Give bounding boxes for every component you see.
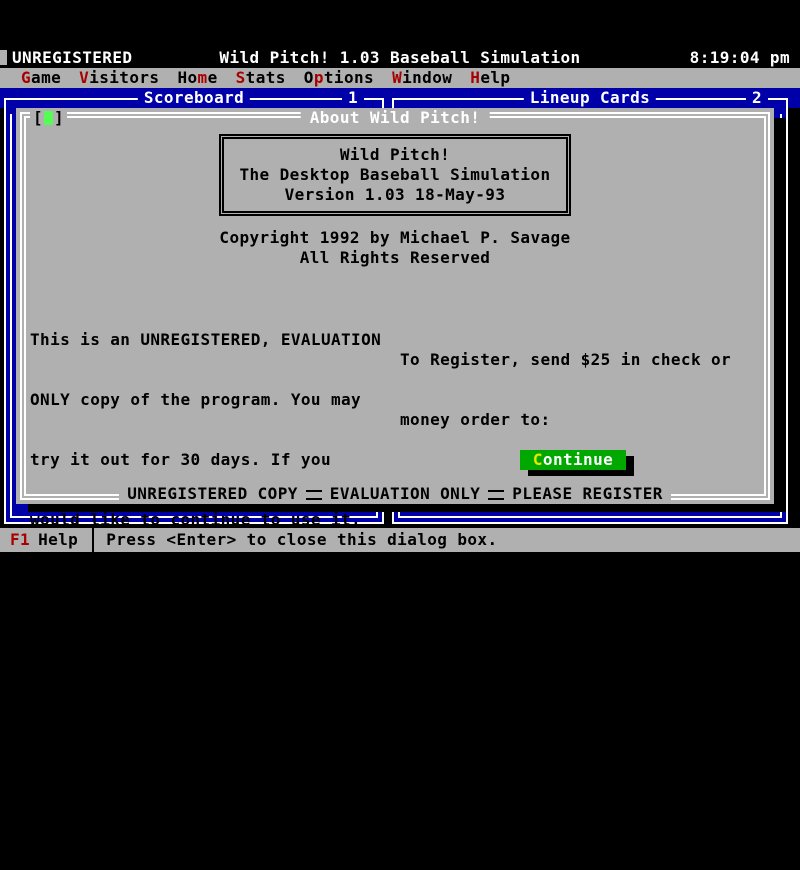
dialog-title-row: [] About Wild Pitch!: [16, 108, 774, 128]
menu-bar: Game Visitors Home Stats Options Window …: [0, 68, 800, 88]
registration-status: UNREGISTERED: [12, 48, 132, 68]
menu-item-help[interactable]: Help: [461, 68, 519, 88]
footer-separator: [306, 490, 322, 500]
menu-text: e: [208, 68, 218, 87]
app-name: Wild Pitch!: [224, 145, 566, 165]
lineup-window-number: 2: [746, 88, 768, 108]
footer-evaluation: EVALUATION ONLY: [322, 484, 489, 504]
menu-text: indow: [402, 68, 452, 87]
menu-text: tats: [246, 68, 286, 87]
menu-item-window[interactable]: Window: [383, 68, 461, 88]
status-bar: F1 Help Press <Enter> to close this dial…: [0, 528, 800, 552]
f1-key[interactable]: F1: [10, 530, 30, 550]
about-dialog: [] About Wild Pitch! Wild Pitch! The Des…: [16, 108, 774, 504]
menu-hotkey: V: [79, 68, 89, 87]
register-line: To Register, send $25 in check or: [400, 350, 740, 370]
f1-label[interactable]: Help: [38, 530, 78, 550]
continue-label: ontinue: [543, 450, 613, 469]
menu-hotkey: G: [21, 68, 31, 87]
body-line: program update.: [30, 810, 381, 830]
evaluation-text: This is an UNREGISTERED, EVALUATION ONLY…: [30, 290, 381, 870]
body-line: ONLY copy of the program. You may: [30, 390, 381, 410]
close-icon: [44, 111, 53, 125]
menu-item-visitors[interactable]: Visitors: [70, 68, 168, 88]
scoreboard-window-number: 1: [342, 88, 364, 108]
body-line: register, you'll receive the latest: [30, 630, 381, 650]
menu-text: tions: [324, 68, 374, 87]
menu-text: ame: [31, 68, 61, 87]
close-bracket-left: [: [33, 108, 43, 128]
scoreboard-window-title: Scoreboard: [138, 88, 250, 108]
menu-hotkey: H: [470, 68, 480, 87]
footer-unregistered: UNREGISTERED COPY: [119, 484, 306, 504]
menu-hotkey: m: [198, 68, 208, 87]
footer-separator: [488, 490, 504, 500]
menu-text: O: [304, 68, 314, 87]
address-line: PO Box 536, Glen Ridge, NJ 07028: [419, 590, 740, 610]
dialog-title: About Wild Pitch!: [301, 108, 490, 128]
dialog-footer: UNREGISTERED COPY EVALUATION ONLY PLEASE…: [16, 484, 774, 504]
register-address: MS Software, c/o Michael Savage PO Box 5…: [419, 490, 740, 650]
app-subtitle: The Desktop Baseball Simulation: [224, 165, 566, 185]
body-line: and bound user guide, and one free: [30, 750, 381, 770]
copyright-block: Copyright 1992 by Michael P. Savage All …: [16, 228, 774, 268]
body-line: try it out for 30 days. If you: [30, 450, 381, 470]
menu-item-home[interactable]: Home: [168, 68, 226, 88]
close-bracket-right: ]: [54, 108, 64, 128]
menu-item-options[interactable]: Options: [295, 68, 383, 88]
menu-text: isitors: [89, 68, 159, 87]
copyright-line: Copyright 1992 by Michael P. Savage: [16, 228, 774, 248]
status-message: Press <Enter> to close this dialog box.: [106, 530, 497, 550]
menu-hotkey: S: [236, 68, 246, 87]
status-divider: [92, 528, 94, 552]
register-line: money order to:: [400, 410, 740, 430]
lineup-window-title: Lineup Cards: [524, 88, 656, 108]
about-info-box: Wild Pitch! The Desktop Baseball Simulat…: [219, 134, 571, 216]
menu-hotkey: W: [392, 68, 402, 87]
menu-item-stats[interactable]: Stats: [227, 68, 295, 88]
screen-title-bar: Wild Pitch! 1.03 Baseball Simulation UNR…: [0, 48, 800, 68]
app-version: Version 1.03 18-May-93: [224, 185, 566, 205]
body-line: This is an UNREGISTERED, EVALUATION: [30, 330, 381, 350]
body-line: version of the program, a printed: [30, 690, 381, 710]
menu-hotkey: p: [314, 68, 324, 87]
dos-screen: { "colors": { "desktop_black": "#000000"…: [0, 0, 800, 600]
clock: 8:19:04 pm: [690, 48, 790, 68]
menu-text: elp: [480, 68, 510, 87]
menu-item-game[interactable]: Game: [12, 68, 70, 88]
rights-line: All Rights Reserved: [16, 248, 774, 268]
body-line: would like to continue to use it,: [30, 510, 381, 530]
close-button[interactable]: []: [30, 108, 67, 128]
continue-hotkey: C: [533, 450, 543, 469]
continue-button[interactable]: Continue: [520, 450, 626, 470]
body-line: you'll have to register. When you: [30, 570, 381, 590]
menu-text: Ho: [177, 68, 197, 87]
footer-register: PLEASE REGISTER: [504, 484, 671, 504]
